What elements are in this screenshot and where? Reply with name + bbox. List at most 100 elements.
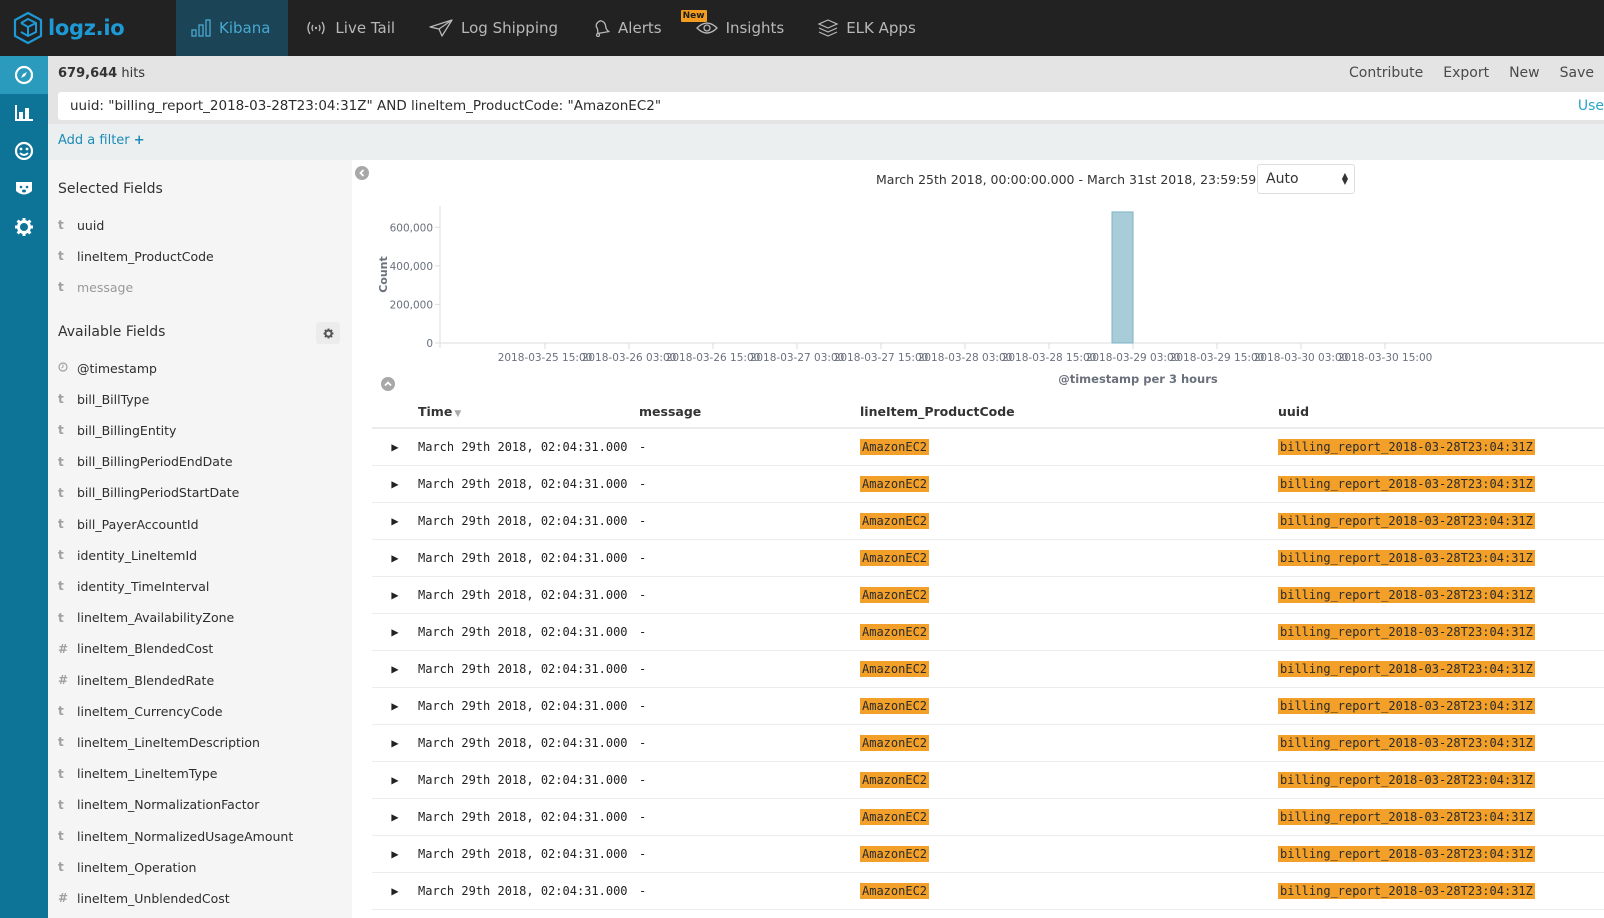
table-row[interactable]: ▶ March 29th 2018, 02:04:31.000- AmazonEC2…	[372, 798, 1604, 836]
add-filter-button[interactable]: Add a filter +	[58, 133, 145, 148]
rail-settings[interactable]	[0, 208, 48, 246]
available-field-item[interactable]: t lineItem_CurrencyCode	[58, 701, 223, 721]
column-header-product-code[interactable]: lineItem_ProductCode	[860, 396, 1278, 429]
field-name: lineItem_BlendedRate	[77, 672, 215, 688]
save-button[interactable]: Save	[1550, 65, 1604, 81]
expand-row-button[interactable]: ▶	[372, 798, 418, 836]
available-field-item[interactable]: t lineItem_LineItemType	[58, 764, 217, 784]
paper-plane-icon	[429, 19, 453, 37]
cell-product-code: AmazonEC2	[860, 650, 1278, 688]
available-field-item[interactable]: t lineItem_LineItemDescription	[58, 732, 260, 752]
use-lucene-link[interactable]: Use	[1578, 98, 1604, 114]
x-tick-label: 2018-03-29 15:00	[1170, 352, 1265, 364]
expand-row-button[interactable]: ▶	[372, 576, 418, 614]
column-header-uuid[interactable]: uuid	[1278, 396, 1604, 429]
expand-row-button[interactable]: ▶	[372, 539, 418, 577]
available-field-item[interactable]: t lineItem_NormalizedUsageAmount	[58, 826, 293, 846]
available-field-item[interactable]: @timestamp	[58, 358, 157, 378]
nav-insights[interactable]: New Insights	[679, 0, 802, 56]
nav-live-tail[interactable]: Live Tail	[288, 0, 412, 56]
available-field-item[interactable]: t bill_BillingPeriodEndDate	[58, 452, 233, 472]
histogram-bar	[1111, 211, 1134, 344]
y-axis-title: Count	[377, 256, 390, 293]
selected-field-item[interactable]: t message	[58, 277, 133, 297]
field-name: lineItem_BlendedCost	[77, 641, 214, 657]
export-button[interactable]: Export	[1433, 65, 1499, 81]
table-row[interactable]: ▶ March 29th 2018, 02:04:31.000- AmazonEC2…	[372, 724, 1604, 762]
available-field-item[interactable]: t bill_BillType	[58, 389, 149, 409]
table-row[interactable]: ▶ March 29th 2018, 02:04:31.000- AmazonEC2…	[372, 539, 1604, 577]
expand-row-button[interactable]: ▶	[372, 872, 418, 910]
column-header-time[interactable]: Time ▼	[418, 396, 639, 429]
available-field-item[interactable]: t lineItem_NormalizationFactor	[58, 795, 259, 815]
collapse-sidebar-button[interactable]	[355, 165, 369, 184]
available-field-item[interactable]: t identity_TimeInterval	[58, 576, 209, 596]
table-row[interactable]: ▶ March 29th 2018, 02:04:31.000- AmazonEC2…	[372, 465, 1604, 503]
sort-desc-icon[interactable]: ▼	[454, 409, 461, 419]
table-row[interactable]: ▶ March 29th 2018, 02:04:31.000- AmazonEC2…	[372, 650, 1604, 688]
available-field-item[interactable]: t identity_LineItemId	[58, 545, 197, 565]
field-name: lineItem_UnblendedCost	[77, 890, 230, 906]
bear-icon	[16, 182, 32, 195]
available-field-item[interactable]: t bill_PayerAccountId	[58, 514, 199, 534]
expand-row-button[interactable]: ▶	[372, 465, 418, 503]
highlighted-value: billing_report_2018-03-28T23:04:31Z	[1278, 808, 1535, 825]
expand-row-button[interactable]: ▶	[372, 724, 418, 762]
expand-row-button[interactable]: ▶	[372, 650, 418, 688]
expand-row-button[interactable]: ▶	[372, 687, 418, 725]
table-row[interactable]: ▶ March 29th 2018, 02:04:31.000- AmazonEC2…	[372, 872, 1604, 910]
selected-field-item[interactable]: t lineItem_ProductCode	[58, 246, 214, 266]
cell-uuid: billing_report_2018-03-28T23:04:31Z	[1278, 576, 1604, 614]
rail-dashboard[interactable]	[0, 132, 48, 170]
available-field-item[interactable]: # lineItem_BlendedCost	[58, 639, 213, 659]
column-header-message[interactable]: message	[639, 396, 860, 429]
x-axis-title: @timestamp per 3 hours	[1058, 372, 1218, 386]
highlighted-value: AmazonEC2	[860, 734, 930, 751]
available-field-item[interactable]: # lineItem_UnblendedCost	[58, 888, 230, 908]
nav-kibana[interactable]: Kibana	[176, 0, 289, 56]
selected-field-item[interactable]: t uuid	[58, 215, 104, 235]
expand-row-button[interactable]: ▶	[372, 761, 418, 799]
collapse-chart-button[interactable]	[381, 376, 395, 395]
interval-select[interactable]: Auto ▲ ▼	[1257, 164, 1355, 194]
contribute-button[interactable]: Contribute	[1339, 65, 1433, 81]
available-field-item[interactable]: t lineItem_AvailabilityZone	[58, 608, 234, 628]
cell-message: -	[639, 428, 860, 466]
table-row[interactable]: ▶ March 29th 2018, 02:04:31.000- AmazonEC2…	[372, 502, 1604, 540]
table-row[interactable]: ▶ March 29th 2018, 02:04:31.000- AmazonEC2…	[372, 576, 1604, 614]
field-settings-button[interactable]	[316, 322, 340, 344]
expand-row-button[interactable]: ▶	[372, 613, 418, 651]
new-button[interactable]: New	[1499, 65, 1550, 81]
cell-product-code: AmazonEC2	[860, 798, 1278, 836]
cell-time: March 29th 2018, 02:04:31.000	[418, 761, 639, 799]
table-row[interactable]: ▶ March 29th 2018, 02:04:31.000- AmazonEC2…	[372, 761, 1604, 799]
expand-row-button[interactable]: ▶	[372, 835, 418, 873]
cell-product-code: AmazonEC2	[860, 613, 1278, 651]
expand-row-button[interactable]: ▶	[372, 502, 418, 540]
expand-row-button[interactable]: ▶	[372, 428, 418, 466]
available-field-item[interactable]: t lineItem_Operation	[58, 857, 196, 877]
rail-timelion[interactable]	[0, 170, 48, 208]
available-field-item[interactable]: t bill_BillingEntity	[58, 420, 176, 440]
field-name: lineItem_CurrencyCode	[77, 703, 223, 719]
rail-visualize[interactable]	[0, 94, 48, 132]
table-row[interactable]: ▶ March 29th 2018, 02:04:31.000- AmazonEC2…	[372, 428, 1604, 466]
search-input[interactable]: uuid: "billing_report_2018-03-28T23:04:3…	[58, 92, 1604, 120]
available-field-item[interactable]: # lineItem_BlendedRate	[58, 670, 214, 690]
highlighted-value: billing_report_2018-03-28T23:04:31Z	[1278, 771, 1535, 788]
cell-product-code: AmazonEC2	[860, 835, 1278, 873]
cell-product-code: AmazonEC2	[860, 502, 1278, 540]
nav-log-shipping[interactable]: Log Shipping	[412, 0, 575, 56]
table-row[interactable]: ▶ March 29th 2018, 02:04:31.000- AmazonEC2…	[372, 687, 1604, 725]
table-row[interactable]: ▶ March 29th 2018, 02:04:31.000- AmazonEC2…	[372, 835, 1604, 873]
field-name: lineItem_NormalizedUsageAmount	[77, 828, 294, 844]
logo[interactable]: logz.io	[0, 0, 176, 56]
nav-elk-apps[interactable]: ELK Apps	[801, 0, 933, 56]
cell-time: March 29th 2018, 02:04:31.000	[418, 872, 639, 910]
available-field-item[interactable]: t bill_BillingPeriodStartDate	[58, 483, 239, 503]
rail-discover[interactable]	[0, 56, 48, 94]
field-name: identity_LineItemId	[77, 547, 198, 563]
field-name: identity_TimeInterval	[77, 578, 210, 594]
table-row[interactable]: ▶ March 29th 2018, 02:04:31.000- AmazonEC2…	[372, 613, 1604, 651]
nav-alerts[interactable]: Alerts	[575, 0, 679, 56]
